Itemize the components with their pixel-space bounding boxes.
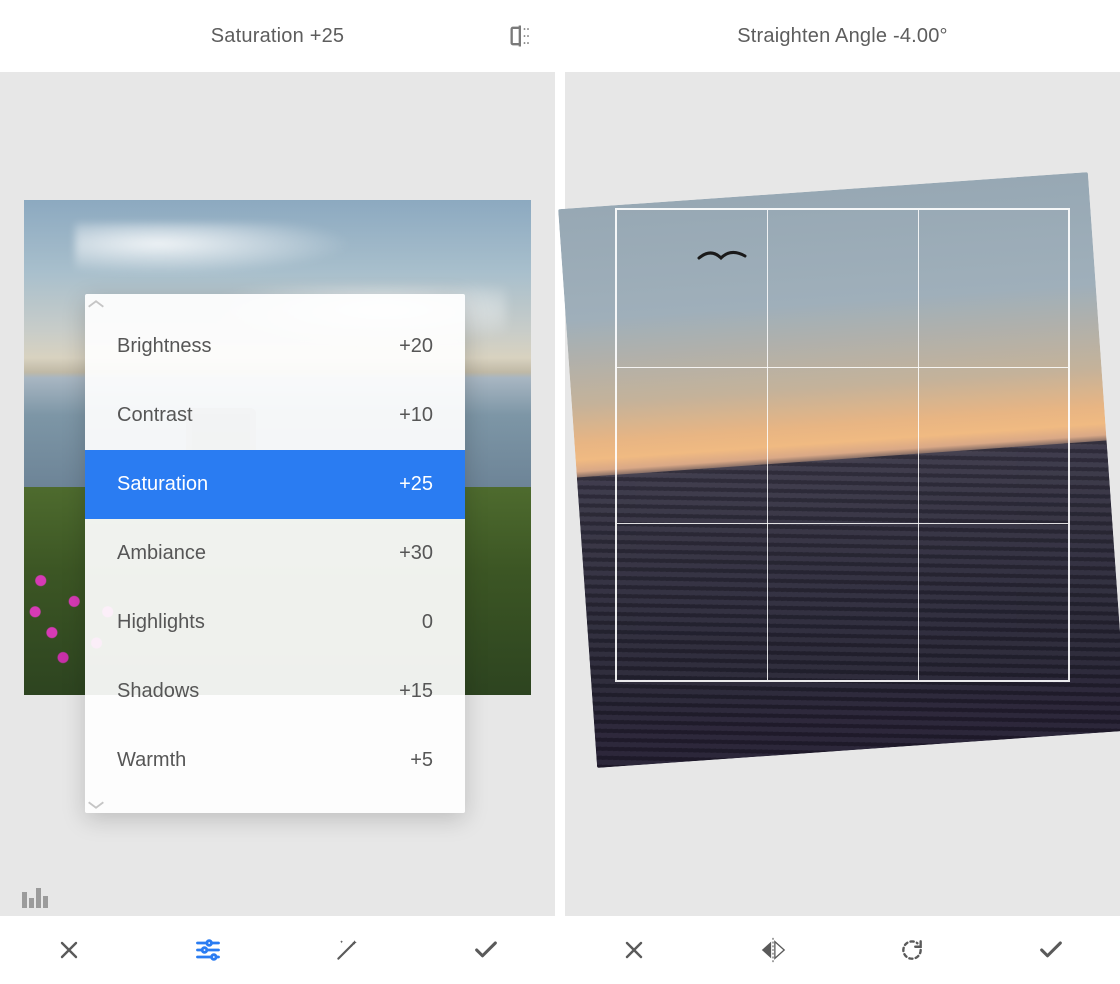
apply-button[interactable] [1037, 936, 1065, 964]
close-button[interactable] [620, 936, 648, 964]
header-bar: Saturation +25 [0, 0, 555, 72]
header-title: Saturation +25 [211, 25, 344, 48]
chevron-down-icon[interactable] [85, 795, 465, 813]
param-value: +30 [399, 542, 433, 565]
styles-tool[interactable] [333, 936, 361, 964]
param-value: +10 [399, 404, 433, 427]
param-label: Brightness [117, 335, 212, 358]
header-title: Straighten Angle -4.00° [737, 25, 948, 48]
param-row-shadows[interactable]: Shadows +15 [85, 657, 465, 726]
chevron-up-icon[interactable] [85, 294, 465, 312]
flip-horizontal-button[interactable] [759, 936, 787, 964]
param-label: Contrast [117, 404, 193, 427]
parameter-panel[interactable]: Brightness +20 Contrast +10 Saturation +25 Amb… [85, 294, 465, 813]
tune-tool[interactable] [194, 936, 222, 964]
param-label: Saturation [117, 473, 208, 496]
apply-button[interactable] [472, 936, 500, 964]
param-row-contrast[interactable]: Contrast +10 [85, 381, 465, 450]
param-row-ambiance[interactable]: Ambiance +30 [85, 519, 465, 588]
rotate-pane: Straighten Angle -4.00° [565, 0, 1120, 984]
param-value: +15 [399, 680, 433, 703]
param-value: 0 [422, 611, 433, 634]
bottom-toolbar [565, 916, 1120, 984]
close-button[interactable] [55, 936, 83, 964]
param-value: +25 [399, 473, 433, 496]
param-row-warmth[interactable]: Warmth +5 [85, 726, 465, 795]
param-row-saturation[interactable]: Saturation +25 [85, 450, 465, 519]
param-row-highlights[interactable]: Highlights 0 [85, 588, 465, 657]
image-canvas[interactable] [577, 190, 1108, 750]
bottom-toolbar [0, 916, 555, 984]
crop-grid[interactable] [617, 210, 1068, 680]
param-value: +5 [410, 749, 433, 772]
param-label: Shadows [117, 680, 199, 703]
tune-image-pane: Saturation +25 Brightne [0, 0, 555, 984]
compare-icon[interactable] [507, 22, 535, 50]
rotate-button[interactable] [898, 936, 926, 964]
histogram-icon[interactable] [22, 886, 50, 908]
param-value: +20 [399, 335, 433, 358]
param-label: Highlights [117, 611, 205, 634]
param-row-brightness[interactable]: Brightness +20 [85, 312, 465, 381]
bird-silhouette [697, 248, 747, 270]
param-label: Ambiance [117, 542, 206, 565]
header-bar: Straighten Angle -4.00° [565, 0, 1120, 72]
param-label: Warmth [117, 749, 186, 772]
